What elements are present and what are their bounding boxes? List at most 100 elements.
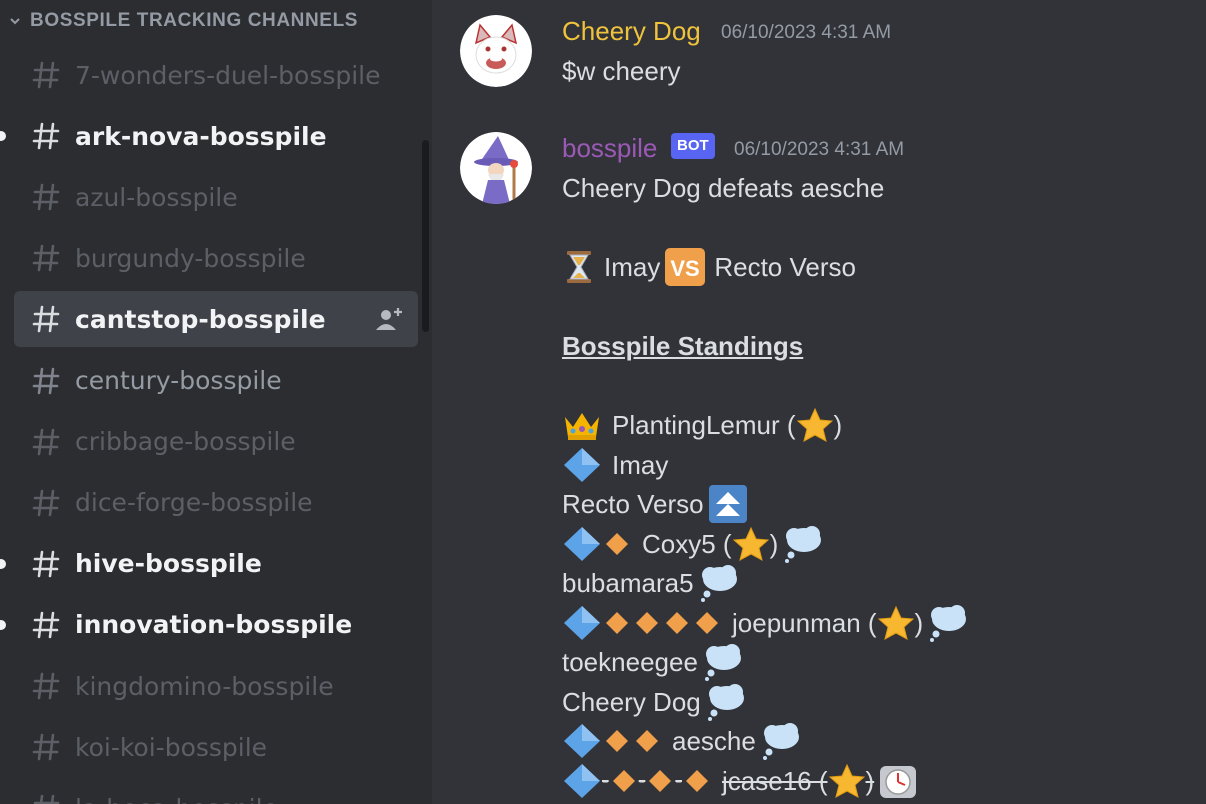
small-orange-diamond-icon: [612, 770, 635, 792]
sidebar-item-innovation-bosspile[interactable]: innovation-bosspile: [0, 597, 418, 653]
large-blue-diamond-icon: [564, 764, 600, 798]
hash-icon: [32, 367, 60, 394]
channel-name: azul-bosspile: [75, 182, 238, 212]
standing-row: PlantingLemur (): [562, 407, 842, 443]
hourglass-icon: [567, 251, 591, 283]
avatar-bosspile[interactable]: [460, 132, 532, 204]
standing-row: - - - jcase16 (): [562, 763, 918, 799]
channel-name: kingdomino-bosspile: [75, 671, 334, 701]
unread-indicator: [0, 619, 6, 630]
standing-row: joepunman (): [562, 605, 969, 642]
svg-text:VS: VS: [671, 256, 700, 281]
channel-name: burgundy-bosspile: [75, 243, 306, 273]
sidebar-item-ark-nova-bosspile[interactable]: ark-nova-bosspile: [0, 108, 418, 164]
hash-icon: [32, 611, 60, 639]
message-author[interactable]: bosspile: [562, 133, 657, 164]
large-blue-diamond-icon: [564, 527, 600, 561]
sidebar-item-century-bosspile[interactable]: century-bosspile: [14, 353, 418, 409]
standing-row: toekneegee: [562, 644, 744, 681]
channel-name: dice-forge-bosspile: [75, 488, 313, 518]
sidebar-item-dice-forge-bosspile[interactable]: dice-forge-bosspile: [14, 475, 418, 531]
player-name: Coxy5 (: [642, 528, 732, 559]
vs-icon: VS: [665, 248, 706, 286]
chevron-down-icon: [10, 18, 20, 25]
channel-name: ark-nova-bosspile: [75, 121, 327, 151]
message-content: $w cheery: [562, 55, 681, 86]
small-orange-diamond-icon: [696, 612, 718, 634]
message-content-line: Cheery Dog defeats aesche: [562, 172, 885, 203]
category-header[interactable]: BOSSPILE TRACKING CHANNELS: [8, 10, 358, 32]
sidebar-item-cantstop-bosspile[interactable]: cantstop-bosspile: [14, 291, 418, 348]
sidebar-item-kingdomino-bosspile[interactable]: kingdomino-bosspile: [14, 658, 418, 714]
sidebar-item-7-wonders-duel-bosspile[interactable]: 7-wonders-duel-bosspile: [14, 47, 418, 103]
standing-row: Recto Verso: [562, 485, 748, 523]
thought-bubble-icon: [930, 605, 967, 642]
standing-row: bubamara5: [562, 565, 740, 602]
small-orange-diamond-icon: [606, 533, 628, 555]
small-orange-diamond-icon: [686, 770, 709, 792]
sidebar-item-koi-koi-bosspile[interactable]: koi-koi-bosspile: [14, 719, 418, 775]
standing-row: Imay: [562, 447, 668, 483]
thought-bubble-icon: [785, 526, 822, 563]
crown-icon: [565, 413, 599, 440]
channel-name: la-boca-bosspile: [75, 794, 278, 804]
hash-icon: [32, 489, 60, 516]
small-orange-diamond-icon: [649, 770, 672, 792]
match-line: Imay VS Recto Verso: [562, 248, 856, 286]
sidebar-scrollbar[interactable]: [422, 140, 429, 332]
small-orange-diamond-icon: [606, 730, 628, 752]
hash-icon: [32, 550, 60, 578]
small-orange-diamond-icon: [636, 730, 658, 752]
sidebar-item-hive-bosspile[interactable]: hive-bosspile: [0, 536, 418, 592]
hash-icon: [32, 733, 60, 761]
message-author[interactable]: Cheery Dog: [562, 16, 701, 47]
message-timestamp: 06/10/2023 4:31 AM: [734, 139, 905, 160]
star-icon: [732, 526, 769, 561]
thought-bubble-icon: [707, 684, 744, 721]
star-icon: [828, 763, 865, 798]
channel-sidebar: BOSSPILE TRACKING CHANNELS 7-wonders-due…: [0, 0, 432, 804]
thought-bubble-icon: [762, 723, 799, 760]
channel-name: 7-wonders-duel-bosspile: [75, 60, 381, 90]
channel-name: century-bosspile: [75, 366, 282, 395]
star-icon: [877, 605, 914, 640]
star-icon: [796, 407, 833, 442]
large-blue-diamond-icon: [564, 724, 600, 758]
double-up-arrow-icon: [708, 485, 747, 523]
hash-icon: [32, 244, 60, 272]
bot-badge: BOT: [671, 133, 715, 159]
sidebar-item-burgundy-bosspile[interactable]: burgundy-bosspile: [14, 230, 418, 286]
sidebar-item-azul-bosspile[interactable]: azul-bosspile: [14, 169, 418, 225]
player-name: Cheery Dog: [562, 686, 701, 717]
player-name: aesche: [672, 725, 756, 756]
player-name: joepunman (: [732, 607, 877, 638]
sidebar-item-la-boca-bosspile[interactable]: la-boca-bosspile: [14, 780, 418, 804]
standing-row: Cheery Dog: [562, 684, 747, 721]
hash-icon: [32, 306, 60, 333]
player-name: Imay: [612, 449, 669, 480]
player-name: jcase16 (: [722, 765, 828, 796]
avatar-cheery-dog[interactable]: [460, 15, 532, 87]
channel-name: cantstop-bosspile: [75, 304, 326, 334]
add-member-icon[interactable]: [376, 306, 404, 332]
player-name: PlantingLemur (: [612, 409, 796, 440]
channel-name: koi-koi-bosspile: [75, 732, 268, 762]
sidebar-item-cribbage-bosspile[interactable]: cribbage-bosspile: [14, 414, 418, 470]
small-orange-diamond-icon: [636, 612, 658, 634]
hash-icon: [32, 672, 60, 700]
message-timestamp: 06/10/2023 4:31 AM: [721, 22, 892, 43]
unread-indicator: [0, 558, 6, 569]
large-blue-diamond-icon: [564, 606, 600, 640]
player-name: bubamara5: [562, 567, 694, 598]
player-name: Recto Verso: [562, 488, 704, 519]
standing-row: aesche: [562, 723, 802, 760]
alarm-clock-icon: [880, 766, 917, 798]
standings-heading: Bosspile Standings: [562, 330, 804, 361]
hash-icon: [33, 794, 60, 804]
small-orange-diamond-icon: [606, 612, 628, 634]
standing-row: Coxy5 (): [562, 526, 824, 563]
category-label: BOSSPILE TRACKING CHANNELS: [30, 10, 359, 31]
channel-name: cribbage-bosspile: [75, 427, 296, 457]
unread-indicator: [0, 131, 6, 142]
hash-icon: [32, 122, 60, 150]
